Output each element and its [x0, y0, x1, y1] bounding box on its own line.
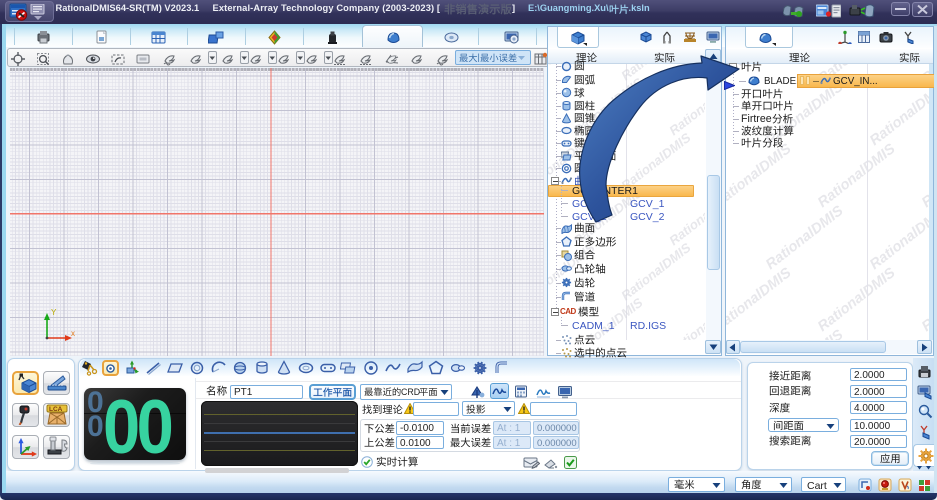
svg-text:x: x	[71, 329, 75, 338]
svg-text:Y: Y	[51, 308, 57, 317]
svg-text:LCA: LCA	[49, 406, 63, 413]
